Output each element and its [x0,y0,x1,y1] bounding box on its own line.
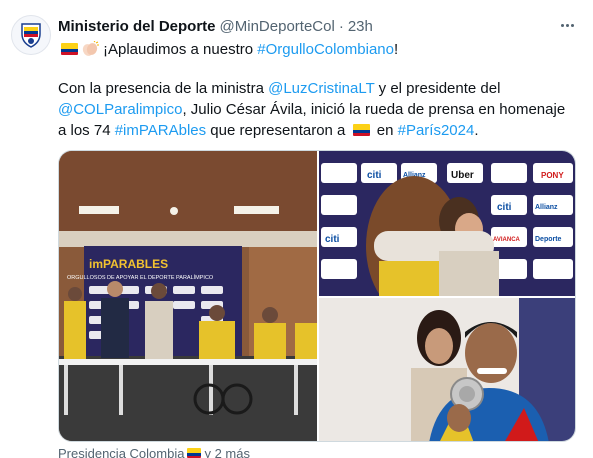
colombia-flag-icon [187,448,202,458]
tweet-timestamp[interactable]: 23h [348,18,373,35]
sponsor-label: citi [367,170,382,181]
hashtag-imparables[interactable]: #imPARAbles [115,122,206,139]
sponsor-label: PONY [541,171,564,180]
tweet-text: a los 74 [58,122,115,139]
mention-colparalimpico[interactable]: @COLParalimpico [58,101,182,118]
svg-text:citi: citi [497,202,512,213]
tweet-text: en [372,122,398,139]
tweet-text: Con la presencia de la ministra [58,80,269,97]
tagged-users-more: y 2 más [204,445,250,458]
tweet-media-grid: imPARABLES ORGULLOSOS DE APOYAR EL DEPOR… [58,150,576,442]
more-dot-icon [560,23,564,27]
more-dot-icon [570,23,574,27]
colombia-flag-icon [352,124,370,136]
svg-text:citi: citi [325,234,340,245]
tweet-body-line: @COLParalimpico, Julio César Ávila, inic… [58,99,578,120]
header-separator: · [338,17,344,35]
photo-press-conference[interactable]: imPARABLES ORGULLOSOS DE APOYAR EL DEPOR… [59,151,317,441]
tweet-header: Ministerio del Deporte @MinDeporteCol · … [58,16,373,36]
colombia-flag-icon [61,43,78,55]
tweet-text: que representaron a [206,122,350,139]
more-dot-icon [565,23,569,27]
hashtag-orgullo-colombiano[interactable]: #OrgulloColombiano [257,41,394,58]
tweet-text: ¡Aplaudimos a nuestro [103,40,258,58]
banner-title-text: imPARABLES [89,257,168,271]
hashtag-paris2024[interactable]: #París2024 [398,122,475,139]
tweet-text: ! [394,40,399,58]
clapping-hands-icon [82,41,99,56]
media-tagged-users[interactable]: Presidencia Colombia y 2 más [58,446,250,458]
sponsor-label: Deporte [535,236,562,243]
more-options-button[interactable] [556,14,578,36]
tweet-text: y el presidente del [374,80,501,97]
tweet-card[interactable]: Ministerio del Deporte @MinDeporteCol · … [0,0,593,458]
photo-athlete-medal[interactable] [319,298,575,441]
photo-hug[interactable]: citi Allianz Uber PONY citi Allianz citi… [319,151,575,296]
sponsor-label: Uber [451,170,474,181]
author-handle[interactable]: @MinDeporteCol [220,18,335,35]
tweet-text: . [474,122,479,139]
banner-subtitle-text: ORGULLOSOS DE APOYAR EL DEPORTE PARALÍMP… [67,274,214,281]
tweet-body-line: Con la presencia de la ministra @LuzCris… [58,78,578,99]
tweet-body: Con la presencia de la ministra @LuzCris… [58,78,578,141]
tweet-text: , Julio César Ávila, inició la rueda de … [182,101,566,118]
tagged-user-name: Presidencia Colombia [58,445,185,458]
sponsor-label: AVIANCA [493,237,521,243]
tweet-body-line: a los 74 #imPARAbles que representaron a… [58,120,578,141]
author-avatar[interactable] [11,15,51,55]
author-display-name[interactable]: Ministerio del Deporte [58,18,216,35]
ministry-crest-icon [21,23,41,48]
mention-luzcristinalt[interactable]: @LuzCristinaLT [268,80,374,97]
tweet-first-line: ¡Aplaudimos a nuestro #OrgulloColombiano… [58,38,398,60]
svg-text:Allianz: Allianz [535,204,558,211]
